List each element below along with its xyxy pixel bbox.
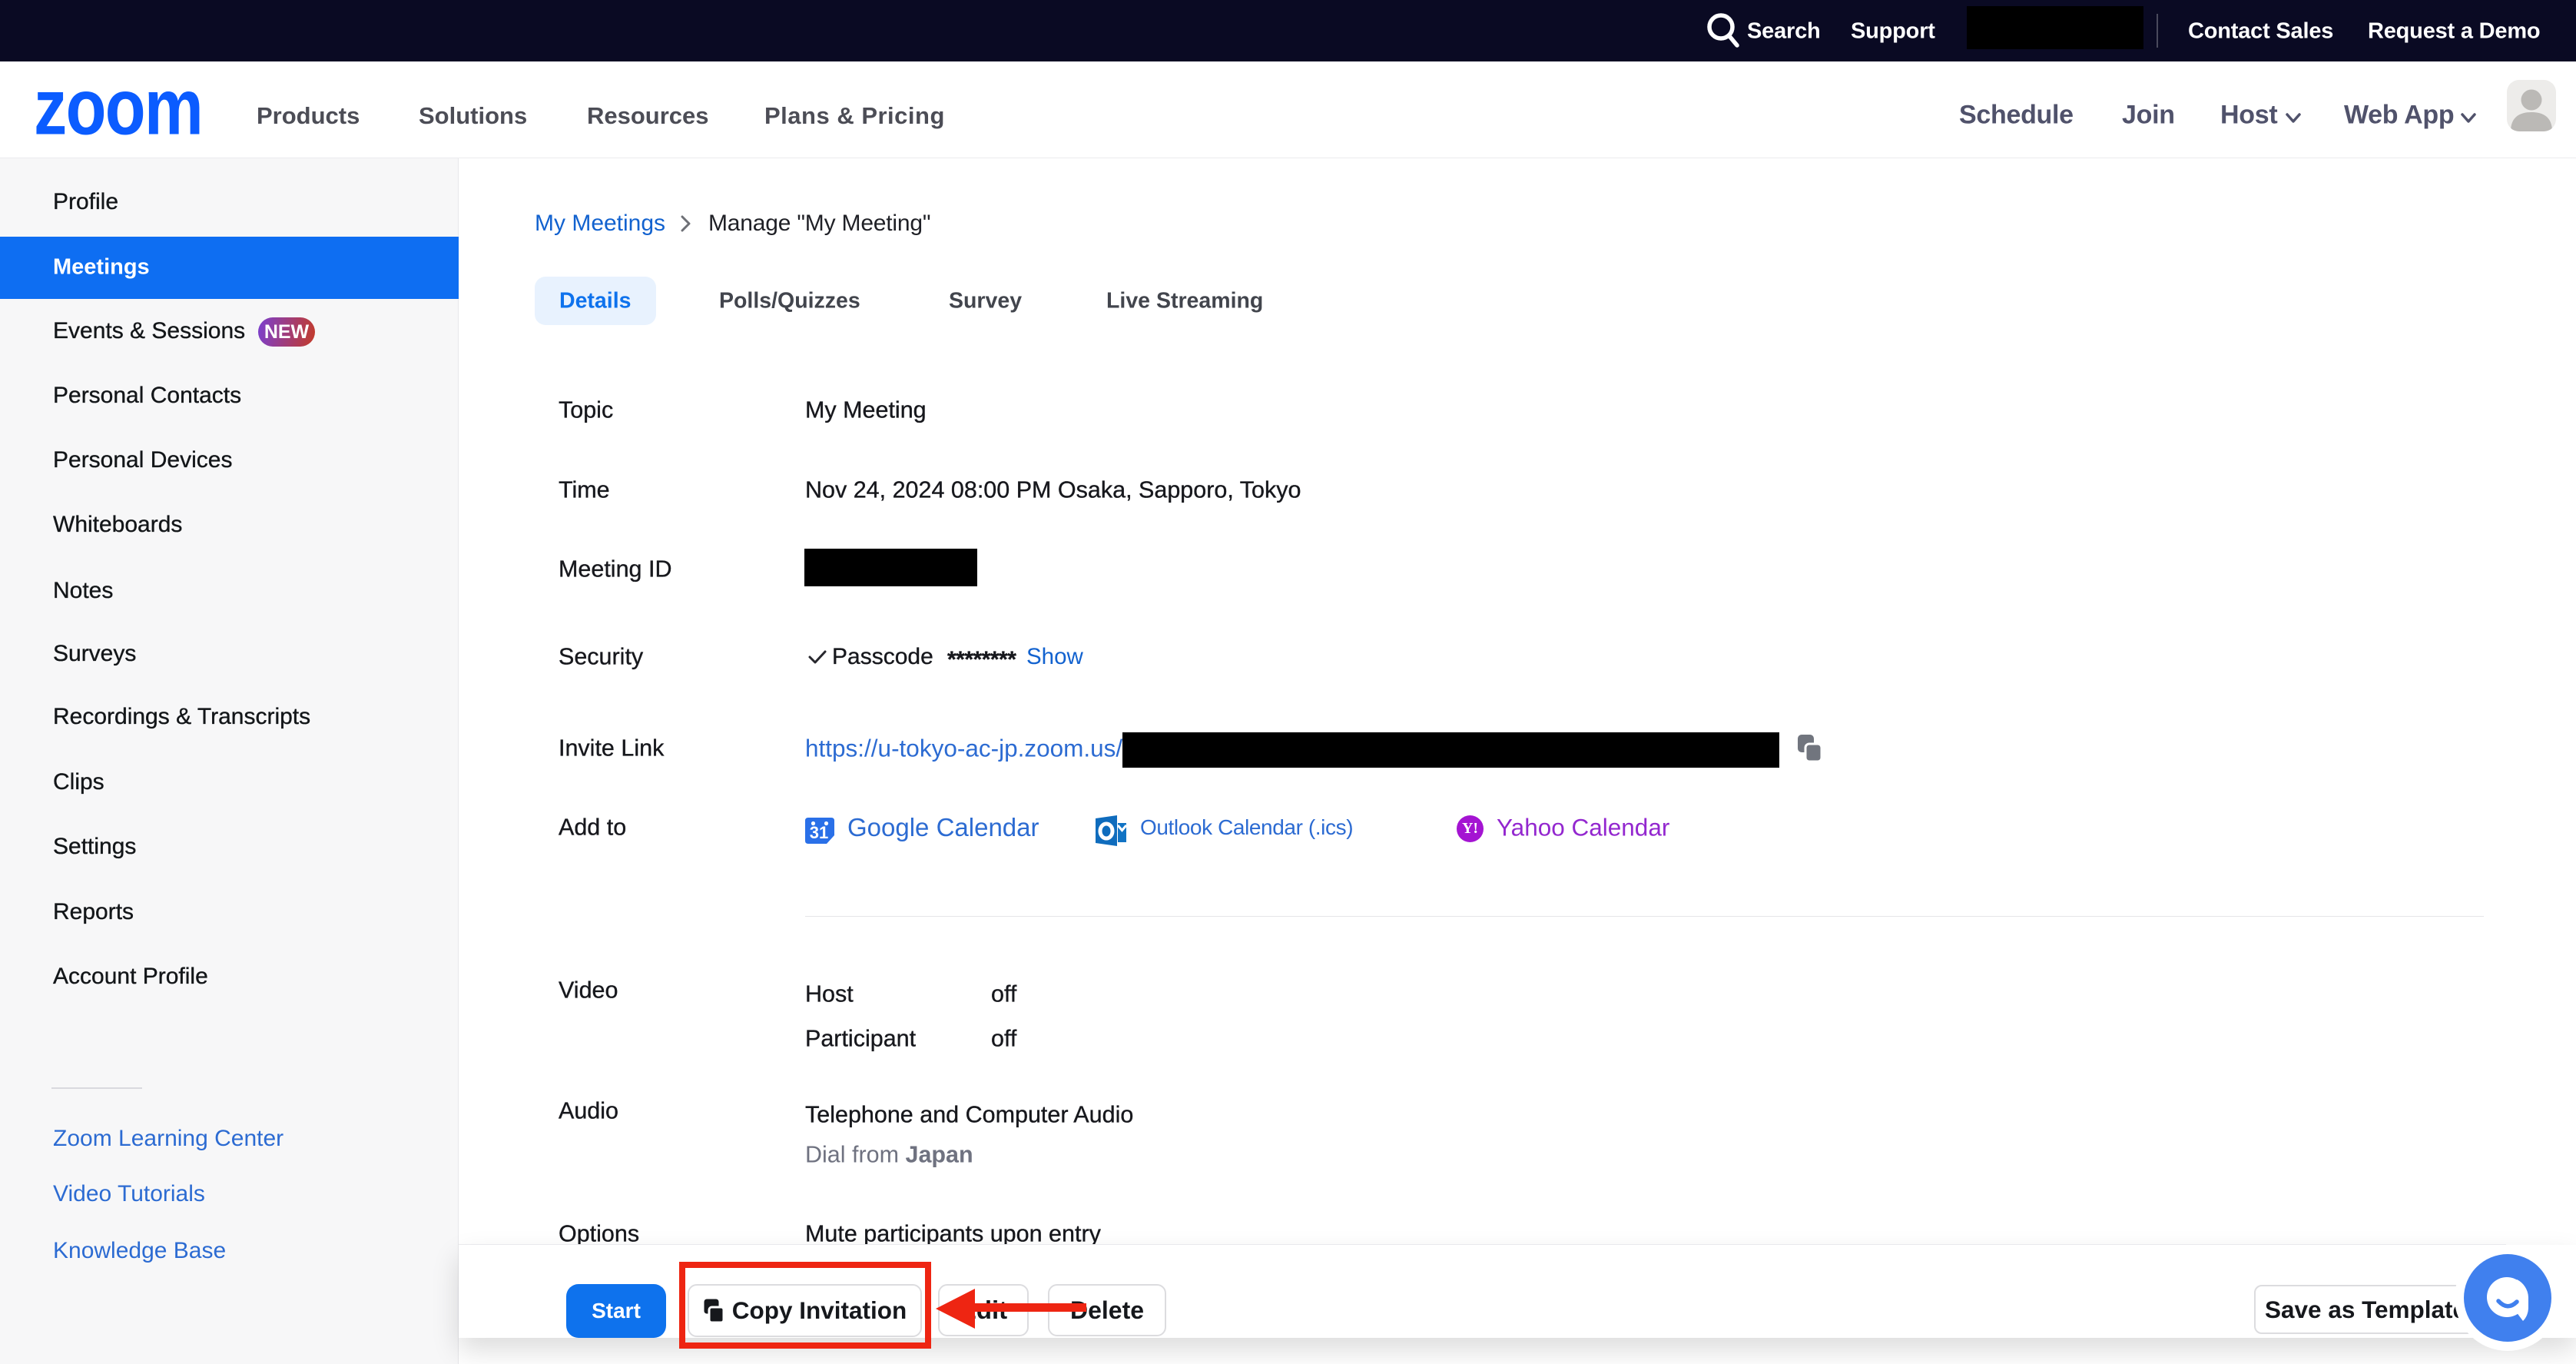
svg-text:31: 31 [810,823,828,842]
